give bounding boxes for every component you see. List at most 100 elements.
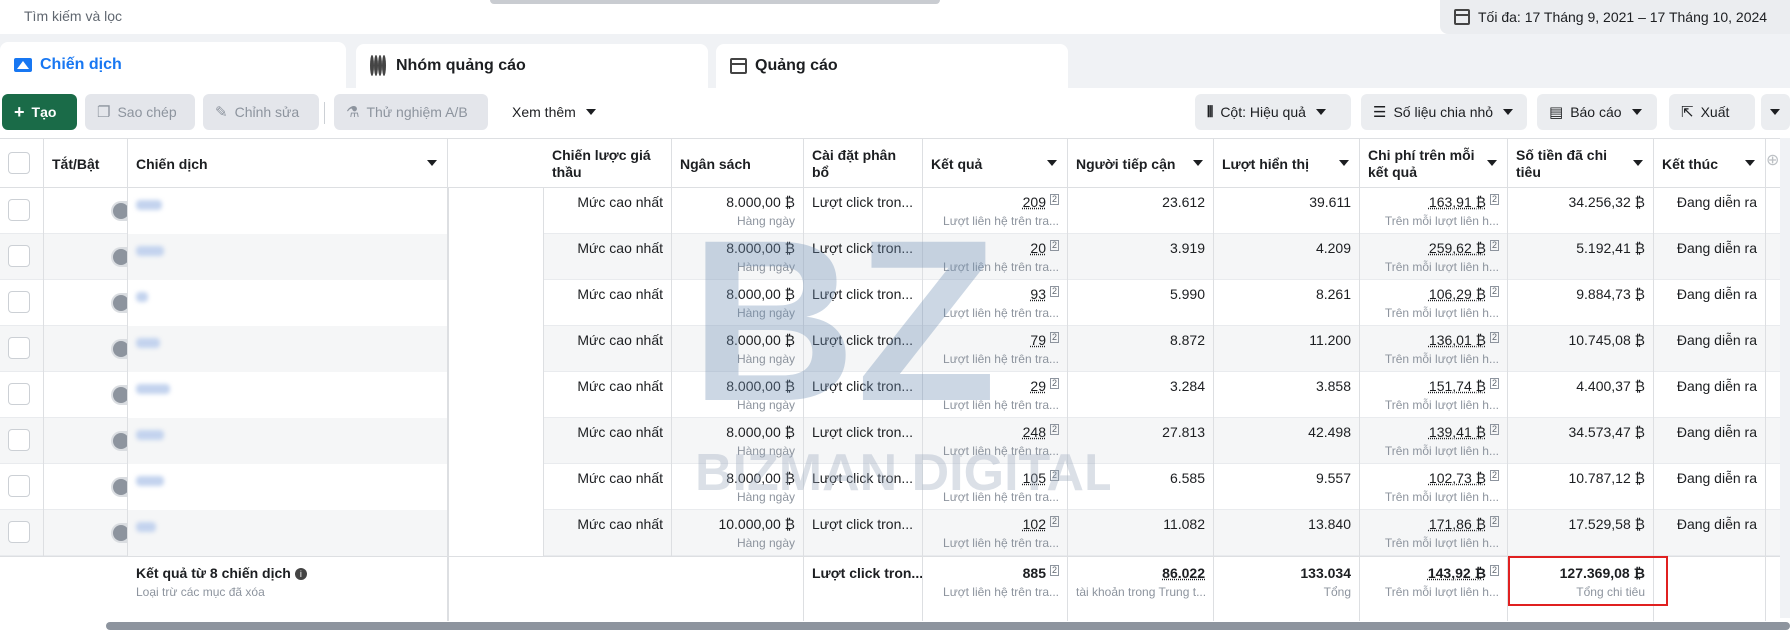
- campaign-name-cell[interactable]: [128, 280, 448, 326]
- campaign-toggle[interactable]: [111, 293, 127, 313]
- campaign-toggle[interactable]: [111, 201, 127, 221]
- header-ends[interactable]: Kết thúc: [1654, 139, 1766, 189]
- breakdown-button[interactable]: ☰ Số liệu chia nhỏ: [1361, 94, 1527, 130]
- results-value[interactable]: 105: [1023, 470, 1046, 486]
- campaign-name-cell[interactable]: [128, 188, 448, 234]
- campaign-name-cell[interactable]: [128, 372, 448, 418]
- row-checkbox[interactable]: [8, 383, 30, 405]
- add-column-icon[interactable]: ⊕: [1766, 150, 1779, 170]
- reports-label: Báo cáo: [1570, 104, 1622, 120]
- campaign-name-cell[interactable]: [128, 510, 448, 556]
- campaign-name-redacted[interactable]: [136, 430, 164, 440]
- header-toggle[interactable]: Tắt/Bật: [44, 139, 128, 189]
- results-value[interactable]: 102: [1023, 516, 1046, 532]
- campaign-name-cell[interactable]: [128, 464, 448, 510]
- header-reach[interactable]: Người tiếp cận: [1068, 139, 1214, 189]
- cpr-value[interactable]: 102,73 ₿: [1429, 470, 1486, 486]
- table-row[interactable]: Mức cao nhất 8.000,00 ₿ Hàng ngày Lượt cl…: [0, 280, 1790, 326]
- campaign-name-cell[interactable]: [128, 418, 448, 464]
- campaign-toggle[interactable]: [111, 431, 127, 451]
- results-value[interactable]: 209: [1023, 194, 1046, 210]
- budget-cell[interactable]: 8.000,00 ₿ Hàng ngày: [672, 326, 804, 372]
- budget-cell[interactable]: 8.000,00 ₿ Hàng ngày: [672, 234, 804, 280]
- budget-cell[interactable]: 8.000,00 ₿ Hàng ngày: [672, 280, 804, 326]
- row-checkbox[interactable]: [8, 337, 30, 359]
- vertical-scrollbar[interactable]: [1780, 138, 1790, 618]
- header-cost-per-result[interactable]: Chi phí trên mỗi kết quả: [1360, 139, 1508, 189]
- export-button[interactable]: ⇱ Xuất: [1669, 94, 1755, 130]
- results-value[interactable]: 248: [1023, 424, 1046, 440]
- row-checkbox[interactable]: [8, 199, 30, 221]
- columns-button[interactable]: ⫴ Cột: Hiệu quả: [1195, 94, 1351, 130]
- header-budget[interactable]: Ngân sách: [672, 139, 804, 189]
- tab-ad-sets[interactable]: Nhóm quảng cáo: [356, 44, 708, 88]
- table-row[interactable]: Mức cao nhất 8.000,00 ₿ Hàng ngày Lượt cl…: [0, 418, 1790, 464]
- results-value[interactable]: 20: [1030, 240, 1046, 256]
- cpr-value[interactable]: 259,62 ₿: [1429, 240, 1486, 256]
- ends-cell: Đang diễn ra: [1654, 188, 1766, 234]
- info-icon[interactable]: i: [294, 568, 307, 581]
- table-row[interactable]: Mức cao nhất 8.000,00 ₿ Hàng ngày Lượt cl…: [0, 188, 1790, 234]
- row-checkbox[interactable]: [8, 245, 30, 267]
- campaign-name-cell[interactable]: [128, 234, 448, 280]
- table-row[interactable]: Mức cao nhất 10.000,00 ₿ Hàng ngày Lượt c…: [0, 510, 1790, 556]
- cpr-value[interactable]: 139,41 ₿: [1429, 424, 1486, 440]
- results-value[interactable]: 79: [1030, 332, 1046, 348]
- amount-spent-cell: 9.884,73 ₿: [1508, 280, 1654, 326]
- cpr-value[interactable]: 151,74 ₿: [1429, 378, 1486, 394]
- cpr-value[interactable]: 136,01 ₿: [1429, 332, 1486, 348]
- results-value[interactable]: 93: [1030, 286, 1046, 302]
- campaign-toggle[interactable]: [111, 477, 127, 497]
- table-row[interactable]: Mức cao nhất 8.000,00 ₿ Hàng ngày Lượt cl…: [0, 326, 1790, 372]
- table-row[interactable]: Mức cao nhất 8.000,00 ₿ Hàng ngày Lượt cl…: [0, 234, 1790, 280]
- tab-campaigns[interactable]: Chiến dịch: [0, 42, 346, 88]
- tab-ads[interactable]: Quảng cáo: [716, 44, 1068, 88]
- table-row[interactable]: Mức cao nhất 8.000,00 ₿ Hàng ngày Lượt cl…: [0, 464, 1790, 510]
- ab-test-button[interactable]: ⚗ Thử nghiệm A/B: [334, 94, 488, 130]
- table-row[interactable]: Mức cao nhất 8.000,00 ₿ Hàng ngày Lượt cl…: [0, 372, 1790, 418]
- see-more-button[interactable]: Xem thêm: [500, 94, 610, 130]
- campaign-name-redacted[interactable]: [136, 522, 156, 532]
- header-bid-strategy[interactable]: Chiến lược giá thầu: [544, 139, 672, 189]
- date-range-picker[interactable]: Tối đa: 17 Tháng 9, 2021 – 17 Tháng 10, …: [1440, 0, 1790, 34]
- chevron-down-icon: [1315, 109, 1326, 115]
- more-options-button[interactable]: [1761, 94, 1790, 130]
- horizontal-scrollbar[interactable]: [106, 622, 1790, 630]
- row-checkbox[interactable]: [8, 429, 30, 451]
- row-checkbox[interactable]: [8, 291, 30, 313]
- campaign-name-redacted[interactable]: [136, 384, 170, 394]
- campaign-toggle[interactable]: [111, 339, 127, 359]
- campaign-toggle[interactable]: [111, 385, 127, 405]
- search-input[interactable]: Tìm kiếm và lọc: [24, 8, 122, 24]
- row-checkbox[interactable]: [8, 475, 30, 497]
- edit-button[interactable]: ✎ Chỉnh sửa: [203, 94, 319, 130]
- campaign-name-redacted[interactable]: [136, 292, 148, 302]
- cpr-value[interactable]: 163,91 ₿: [1429, 194, 1486, 210]
- campaign-name-redacted[interactable]: [136, 338, 160, 348]
- footnote-icon: 2: [1489, 565, 1499, 576]
- select-all-checkbox[interactable]: [8, 152, 30, 174]
- campaign-name-redacted[interactable]: [136, 246, 164, 256]
- campaign-toggle[interactable]: [111, 523, 127, 543]
- budget-cell[interactable]: 8.000,00 ₿ Hàng ngày: [672, 372, 804, 418]
- budget-cell[interactable]: 8.000,00 ₿ Hàng ngày: [672, 418, 804, 464]
- row-checkbox[interactable]: [8, 521, 30, 543]
- header-results[interactable]: Kết quả: [923, 139, 1068, 189]
- cpr-value[interactable]: 106,29 ₿: [1429, 286, 1486, 302]
- campaign-name-cell[interactable]: [128, 326, 448, 372]
- budget-cell[interactable]: 8.000,00 ₿ Hàng ngày: [672, 464, 804, 510]
- cpr-value[interactable]: 171,86 ₿: [1429, 516, 1486, 532]
- results-value[interactable]: 29: [1030, 378, 1046, 394]
- campaign-name-redacted[interactable]: [136, 200, 162, 210]
- campaign-toggle[interactable]: [111, 247, 127, 267]
- header-impressions[interactable]: Lượt hiển thị: [1214, 139, 1360, 189]
- header-attribution[interactable]: Cài đặt phân bổ: [804, 139, 923, 189]
- campaign-name-redacted[interactable]: [136, 476, 164, 486]
- header-amount-spent[interactable]: Số tiền đã chi tiêu: [1508, 139, 1654, 189]
- reports-button[interactable]: ▤ Báo cáo: [1537, 94, 1657, 130]
- budget-cell[interactable]: 10.000,00 ₿ Hàng ngày: [672, 510, 804, 556]
- create-button[interactable]: + Tạo: [2, 94, 77, 130]
- budget-cell[interactable]: 8.000,00 ₿ Hàng ngày: [672, 188, 804, 234]
- header-campaign[interactable]: Chiến dịch: [128, 139, 448, 189]
- copy-button[interactable]: ❐ Sao chép: [85, 94, 195, 130]
